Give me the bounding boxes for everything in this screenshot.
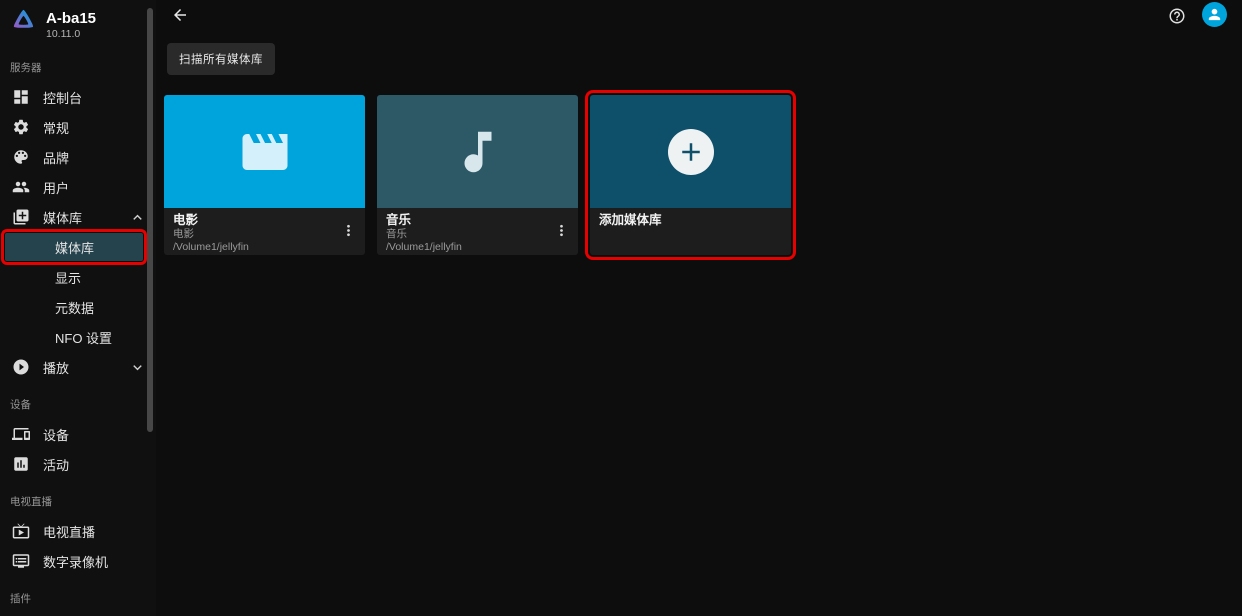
settings-gear-icon	[12, 118, 30, 136]
card-path: /Volume1/jellyfin	[386, 241, 462, 253]
sidebar-subitem-metadata[interactable]: 元数据	[0, 292, 156, 322]
sidebar-item-users[interactable]: 用户	[0, 172, 156, 202]
palette-icon	[12, 148, 30, 166]
section-label-plugins: 插件	[10, 593, 31, 605]
server-name: A-ba15	[46, 10, 97, 27]
devices-icon	[12, 425, 30, 443]
add-library-card-info: 添加媒体库	[590, 208, 791, 255]
card-title: 添加媒体库	[599, 213, 662, 227]
sidebar-item-label: 品牌	[43, 150, 70, 166]
movie-icon	[242, 133, 287, 170]
sidebar-item-label: 常规	[43, 120, 70, 136]
library-cards: 电影 电影 /Volume1/jellyfin 音乐 音乐 /Volume1/j…	[164, 90, 1242, 260]
back-arrow-icon[interactable]	[171, 6, 189, 24]
movies-card-info: 电影 电影 /Volume1/jellyfin	[164, 208, 365, 255]
sidebar-item-dvr[interactable]: 数字录像机	[0, 546, 156, 576]
music-note-icon	[464, 131, 491, 172]
add-library-card: 添加媒体库	[585, 90, 796, 260]
add-plus-icon	[681, 142, 700, 161]
server-version: 10.11.0	[46, 28, 81, 40]
more-vert-icon[interactable]	[553, 222, 570, 239]
sidebar-subitem-libraries[interactable]: 媒体库	[1, 229, 147, 265]
card-title: 电影	[173, 213, 199, 227]
sidebar-item-label: 播放	[43, 360, 70, 376]
sidebar-item-activity[interactable]: 活动	[0, 449, 156, 479]
dvr-icon	[12, 552, 30, 570]
section-label-server: 服务器	[10, 62, 42, 74]
sidebar-item-devices[interactable]: 设备	[0, 419, 156, 449]
sidebar-subitem-label: 显示	[55, 270, 82, 286]
server-header: A-ba15 10.11.0	[0, 0, 156, 45]
scan-all-libraries-button[interactable]: 扫描所有媒体库	[167, 43, 275, 75]
card-subtitle: 电影	[173, 228, 194, 240]
sidebar-item-label: 数字录像机	[43, 554, 109, 570]
section-label-live-tv: 电视直播	[10, 496, 52, 508]
sidebar-subitem-label: NFO 设置	[55, 330, 113, 346]
person-icon	[1208, 8, 1221, 21]
music-card-image[interactable]	[377, 95, 578, 208]
sidebar: A-ba15 10.11.0 服务器 控制台 常规 品牌 用户 媒体库 媒体库 …	[0, 0, 156, 616]
sidebar-scrollbar[interactable]	[147, 8, 153, 432]
live-tv-icon	[12, 522, 30, 540]
sidebar-item-libraries[interactable]: 媒体库	[0, 202, 156, 232]
jellyfin-logo-icon	[10, 7, 37, 34]
chevron-down-icon	[129, 359, 146, 376]
users-icon	[12, 178, 30, 196]
movies-card-image[interactable]	[164, 95, 365, 208]
topbar	[156, 0, 1242, 30]
sidebar-item-label: 用户	[43, 180, 70, 196]
sidebar-subitem-nfo-settings[interactable]: NFO 设置	[0, 322, 156, 352]
more-vert-icon[interactable]	[340, 222, 357, 239]
sidebar-item-playback[interactable]: 播放	[0, 352, 156, 382]
library-card-music: 音乐 音乐 /Volume1/jellyfin	[377, 95, 578, 255]
card-title: 音乐	[386, 213, 412, 227]
sidebar-subitem-label: 媒体库	[55, 240, 95, 256]
sidebar-item-label: 活动	[43, 457, 70, 473]
activity-chart-icon	[12, 455, 30, 473]
sidebar-item-label: 媒体库	[43, 210, 83, 226]
library-card-movies: 电影 电影 /Volume1/jellyfin	[164, 95, 365, 255]
help-icon[interactable]	[1168, 7, 1186, 25]
section-label-devices: 设备	[10, 399, 31, 411]
sidebar-item-label: 电视直播	[43, 524, 96, 540]
playback-icon	[12, 358, 30, 376]
add-circle	[667, 128, 714, 175]
card-subtitle: 音乐	[386, 228, 407, 240]
sidebar-item-label: 设备	[43, 427, 70, 443]
user-avatar[interactable]	[1202, 2, 1227, 27]
main-content: 扫描所有媒体库 电影 电影 /Volume1/jellyfin 音乐 音乐 /V…	[156, 0, 1242, 616]
sidebar-item-general[interactable]: 常规	[0, 112, 156, 142]
dashboard-icon	[12, 88, 30, 106]
music-card-info: 音乐 音乐 /Volume1/jellyfin	[377, 208, 578, 255]
sidebar-item-dashboard[interactable]: 控制台	[0, 82, 156, 112]
sidebar-item-live-tv[interactable]: 电视直播	[0, 516, 156, 546]
sidebar-item-label: 控制台	[43, 90, 83, 106]
chevron-up-icon	[129, 209, 146, 226]
card-path: /Volume1/jellyfin	[173, 241, 249, 253]
sidebar-item-branding[interactable]: 品牌	[0, 142, 156, 172]
library-add-icon	[12, 208, 30, 226]
sidebar-subitem-display[interactable]: 显示	[0, 262, 156, 292]
add-library-card-image[interactable]	[590, 95, 791, 208]
sidebar-subitem-label: 元数据	[55, 300, 95, 316]
